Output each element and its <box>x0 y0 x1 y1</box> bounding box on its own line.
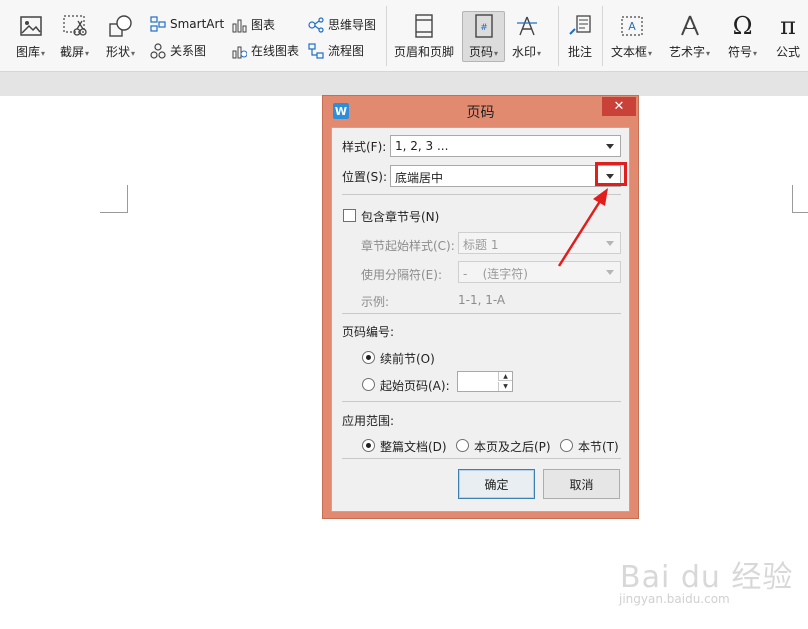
annotation-arrow <box>557 188 608 267</box>
site-watermark: Bai du 经验 <box>620 560 794 595</box>
site-watermark-url: jingyan.baidu.com <box>619 592 730 606</box>
